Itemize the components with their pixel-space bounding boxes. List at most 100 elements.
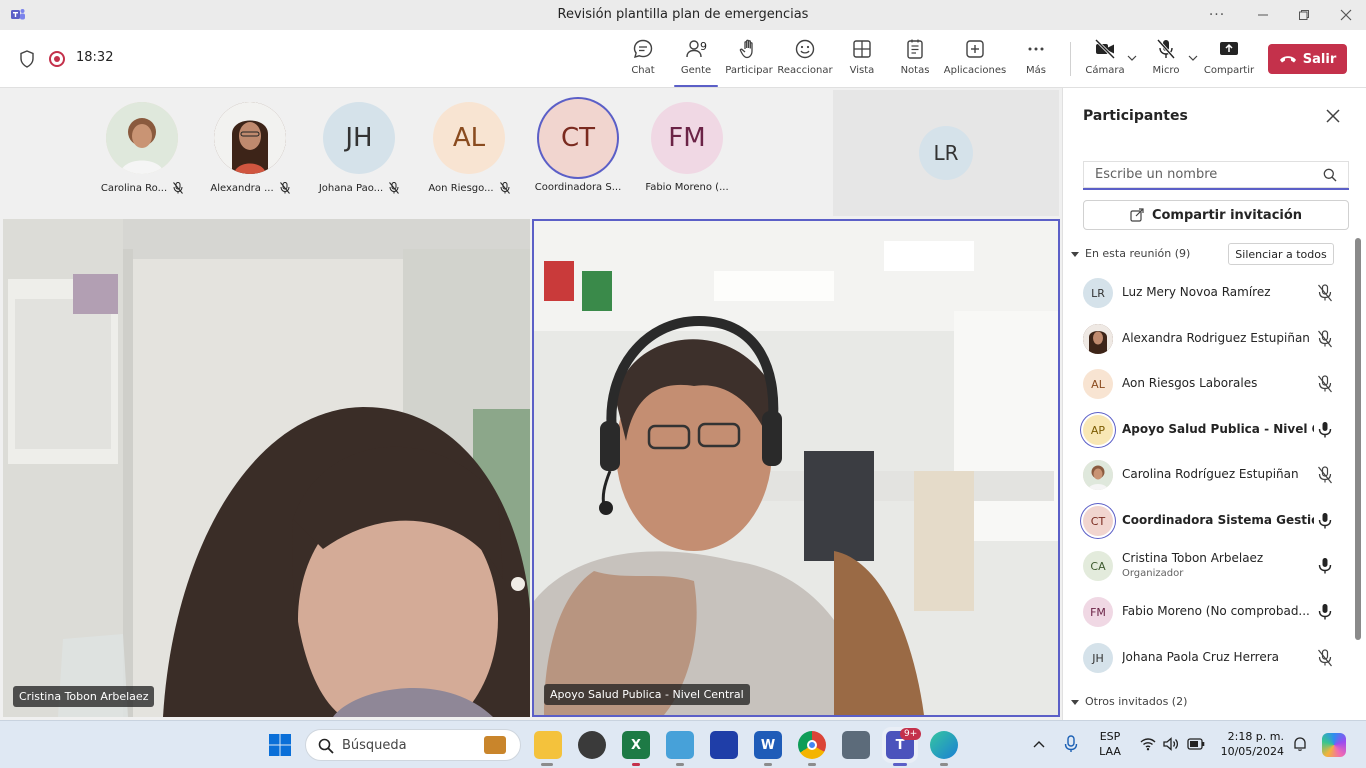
camera-off-icon bbox=[1094, 38, 1116, 60]
mic-icon[interactable] bbox=[1064, 735, 1078, 753]
mute-all-button[interactable]: Silenciar a todos bbox=[1228, 243, 1334, 265]
wifi-icon[interactable] bbox=[1140, 737, 1156, 751]
taskbar-search[interactable]: Búsqueda bbox=[305, 729, 521, 761]
search-input[interactable] bbox=[1095, 161, 1315, 187]
participant-name: Coordinadora Sistema Gestió... bbox=[1122, 513, 1314, 527]
close-icon bbox=[1340, 9, 1352, 21]
chevron-down-icon bbox=[1071, 251, 1079, 257]
leave-label: Salir bbox=[1302, 51, 1337, 67]
running-indicator bbox=[893, 763, 907, 766]
participant-name: Luz Mery Novoa Ramírez bbox=[1122, 285, 1271, 299]
share-screen-button[interactable]: Compartir bbox=[1203, 38, 1255, 82]
word-icon[interactable]: W bbox=[754, 731, 782, 759]
copilot-icon[interactable] bbox=[1322, 733, 1346, 757]
list-item[interactable]: AP Apoyo Salud Publica - Nivel C... bbox=[1063, 411, 1355, 451]
clock[interactable]: 2:18 p. m. 10/05/2024 bbox=[1210, 730, 1284, 758]
add-apps-icon bbox=[966, 40, 984, 58]
excel-icon[interactable]: X bbox=[622, 731, 650, 759]
camera-options-chevron-icon[interactable] bbox=[1126, 52, 1138, 64]
participant-name: Fabio Moreno (No comprobad... bbox=[1122, 604, 1310, 618]
list-item[interactable]: AL Aon Riesgos Laborales bbox=[1063, 365, 1355, 405]
shield-icon[interactable] bbox=[19, 50, 35, 68]
strip-participant[interactable]: Alexandra ... bbox=[198, 102, 302, 194]
list-item[interactable]: FM Fabio Moreno (No comprobad... bbox=[1063, 593, 1355, 633]
microphone-button[interactable]: Micro bbox=[1140, 38, 1192, 82]
running-indicator bbox=[632, 763, 640, 766]
participants-panel: Participantes Compartir invitación En es… bbox=[1062, 88, 1366, 720]
strip-participant-speaking[interactable]: CT Coordinadora S... bbox=[526, 99, 630, 193]
share-invite-button[interactable]: Compartir invitación bbox=[1083, 200, 1349, 230]
apps-button[interactable]: Aplicaciones bbox=[944, 38, 1006, 82]
video-tile-cristina[interactable]: Cristina Tobon Arbelaez bbox=[3, 219, 530, 717]
chat-button[interactable]: Chat bbox=[617, 38, 669, 82]
input-language[interactable]: ESP LAA bbox=[1094, 730, 1126, 758]
panel-title: Participantes bbox=[1083, 108, 1188, 124]
panel-scrollbar[interactable] bbox=[1355, 238, 1361, 640]
title-bar: Revisión plantilla plan de emergencias ·… bbox=[0, 0, 1366, 30]
restore-icon bbox=[1299, 10, 1309, 20]
strip-participant[interactable]: Carolina Ro... bbox=[90, 102, 194, 194]
participant-tile-lr[interactable]: LR bbox=[833, 90, 1059, 216]
participant-strip: Carolina Ro... Alexandra ... JH Johana P… bbox=[0, 88, 830, 218]
more-actions-button[interactable]: Más bbox=[1010, 38, 1062, 82]
mic-off-icon bbox=[1318, 284, 1332, 302]
battery-icon[interactable] bbox=[1187, 738, 1205, 750]
strip-participant[interactable]: JH Johana Pao... bbox=[307, 102, 411, 194]
avatar: LR bbox=[919, 126, 973, 180]
close-window-button[interactable] bbox=[1326, 0, 1366, 30]
mic-on-icon bbox=[1318, 558, 1332, 574]
share-screen-label: Compartir bbox=[1203, 65, 1255, 76]
close-panel-icon[interactable] bbox=[1323, 106, 1343, 126]
list-item[interactable]: JH Johana Paola Cruz Herrera bbox=[1063, 639, 1355, 679]
restore-button[interactable] bbox=[1284, 0, 1324, 30]
chevron-up-icon[interactable] bbox=[1032, 739, 1046, 749]
strip-participant[interactable]: AL Aon Riesgo... bbox=[417, 102, 521, 194]
file-explorer-icon[interactable] bbox=[534, 731, 562, 759]
whatsapp-icon[interactable] bbox=[578, 731, 606, 759]
chrome-icon[interactable] bbox=[798, 731, 826, 759]
participant-name: Cristina Tobon Arbelaez bbox=[1122, 551, 1264, 565]
meeting-toolbar: 18:32 Chat 9 Gente Participar Reaccionar… bbox=[0, 30, 1366, 88]
window-title: Revisión plantilla plan de emergencias bbox=[557, 7, 809, 22]
raise-hand-label: Participar bbox=[725, 65, 773, 76]
chevron-down-icon bbox=[1071, 699, 1079, 705]
briefcase-icon bbox=[484, 736, 506, 754]
minimize-button[interactable] bbox=[1243, 0, 1283, 30]
volume-icon[interactable] bbox=[1163, 737, 1179, 751]
view-label: Vista bbox=[849, 65, 875, 76]
mic-on-icon bbox=[1318, 513, 1332, 529]
windows-start-icon[interactable] bbox=[268, 733, 292, 757]
avatar-initials: CT bbox=[1090, 514, 1106, 528]
list-item[interactable]: CA Cristina Tobon Arbelaez Organizador bbox=[1063, 547, 1355, 587]
disney-plus-icon[interactable] bbox=[710, 731, 738, 759]
mic-options-chevron-icon[interactable] bbox=[1187, 52, 1199, 64]
leave-button[interactable]: Salir bbox=[1268, 44, 1347, 74]
in-meeting-section-header[interactable]: En esta reunión (9) bbox=[1071, 247, 1190, 260]
list-item[interactable]: Alexandra Rodriguez Estupiñan bbox=[1063, 320, 1355, 360]
list-item[interactable]: Carolina Rodríguez Estupiñan bbox=[1063, 456, 1355, 496]
language-code: ESP bbox=[1099, 730, 1121, 743]
maps-app-icon[interactable] bbox=[666, 731, 694, 759]
people-count: 9 bbox=[700, 40, 707, 53]
notification-badge: 9+ bbox=[900, 728, 922, 740]
view-button[interactable]: Vista bbox=[836, 38, 888, 82]
camera-button[interactable]: Cámara bbox=[1079, 38, 1131, 82]
notifications-icon[interactable] bbox=[1292, 736, 1308, 752]
react-button[interactable]: Reaccionar bbox=[777, 38, 833, 82]
more-options-button[interactable]: ··· bbox=[1197, 0, 1237, 30]
in-meeting-label: En esta reunión (9) bbox=[1085, 247, 1191, 260]
video-tile-apoyo-salud[interactable]: Apoyo Salud Publica - Nivel Central bbox=[532, 219, 1060, 717]
search-icon[interactable] bbox=[1323, 168, 1337, 182]
list-item[interactable]: LR Luz Mery Novoa Ramírez bbox=[1063, 274, 1355, 314]
other-invitees-section-header[interactable]: Otros invitados (2) bbox=[1071, 695, 1187, 708]
calculator-icon[interactable] bbox=[842, 731, 870, 759]
search-icon bbox=[318, 738, 334, 754]
notes-button[interactable]: Notas bbox=[889, 38, 941, 82]
raise-hand-button[interactable]: Participar bbox=[723, 38, 775, 82]
list-item[interactable]: CT Coordinadora Sistema Gestió... bbox=[1063, 502, 1355, 542]
participant-name: Alexandra Rodriguez Estupiñan bbox=[1122, 331, 1310, 345]
avatar: CT bbox=[539, 99, 617, 177]
strip-participant[interactable]: FM Fabio Moreno (... bbox=[635, 102, 739, 193]
edge-icon[interactable] bbox=[930, 731, 958, 759]
people-button[interactable]: 9 Gente bbox=[670, 38, 722, 87]
